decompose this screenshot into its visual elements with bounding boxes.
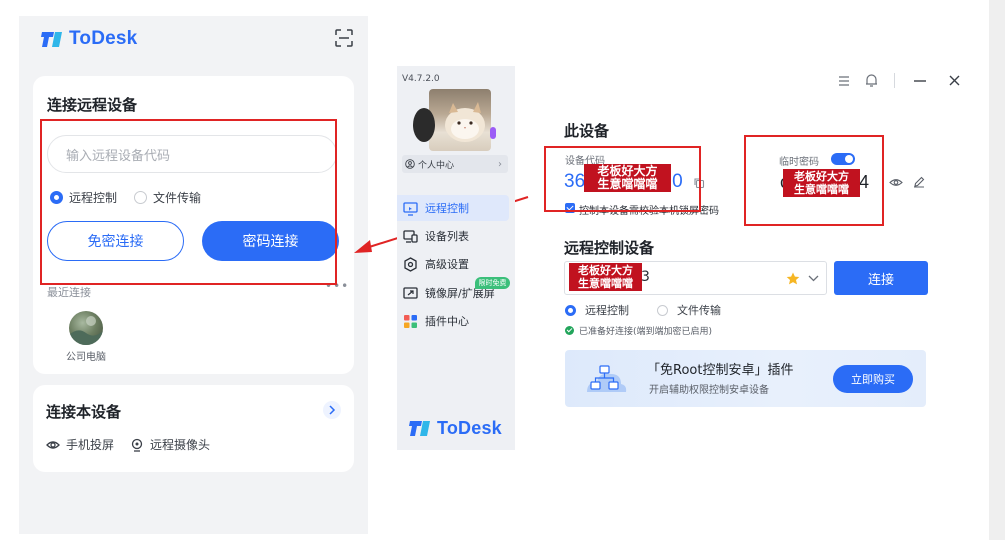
chevron-down-icon[interactable] <box>808 275 819 282</box>
eye-icon <box>46 440 60 449</box>
this-device-title: 此设备 <box>564 122 610 140</box>
device-avatar[interactable] <box>69 311 103 345</box>
plugin-grid-icon <box>404 314 417 328</box>
user-icon <box>405 159 415 169</box>
chevron-right-icon: › <box>498 158 502 170</box>
close-icon[interactable] <box>949 75 960 86</box>
remote-device-title: 远程控制设备 <box>564 239 655 257</box>
radio-icon <box>657 304 668 316</box>
brand-name: ToDesk <box>437 418 502 438</box>
user-avatar[interactable] <box>429 89 491 151</box>
plugin-promo-banner[interactable]: 「免Root控制安卓」插件 开启辅助权限控制安卓设备 立即购买 <box>565 350 926 407</box>
nav-device-list[interactable]: 设备列表 <box>397 223 509 249</box>
todesk-logo-icon <box>409 421 430 436</box>
nav-remote-control[interactable]: 远程控制 <box>397 195 509 221</box>
device-name: 公司电脑 <box>66 352 106 363</box>
connect-this-device-card: 连接本设备 手机投屏 远程摄像头 <box>33 385 354 472</box>
sidebar: V4.7.2.0 个人中心 › 远程控制 设备列表 高级设置 镜像屏/扩展屏 限… <box>397 66 515 450</box>
avatar-shadow <box>413 108 435 142</box>
option-file-transfer[interactable]: 文件传输 <box>657 302 721 318</box>
annotation-box <box>40 119 337 285</box>
devices-icon <box>403 229 418 243</box>
buy-now-button[interactable]: 立即购买 <box>833 365 913 393</box>
watermark-stamp: 老板好大方 生意噹噹噹 <box>569 263 642 291</box>
banner-title: 「免Root控制安卓」插件 <box>647 363 794 378</box>
free-promo-badge: 限时免费 <box>475 277 510 289</box>
settings-icon <box>404 256 417 272</box>
card-title: 连接远程设备 <box>47 96 138 114</box>
option-remote-control[interactable]: 远程控制 <box>565 302 629 318</box>
banner-subtitle: 开启辅助权限控制安卓设备 <box>649 385 769 396</box>
radio-selected-icon <box>565 304 576 316</box>
brand-logo: ToDesk <box>41 28 137 50</box>
bell-icon[interactable] <box>865 73 878 88</box>
nav-advanced-settings[interactable]: 高级设置 <box>397 251 509 277</box>
minimize-icon[interactable] <box>914 80 926 82</box>
extend-screen-icon <box>403 286 418 299</box>
network-cloud-icon <box>587 365 627 392</box>
chevron-right-icon[interactable] <box>323 401 341 419</box>
connection-status: 已准备好连接(端到端加密已启用) <box>565 324 712 337</box>
remote-camera-item[interactable]: 远程摄像头 <box>130 436 210 453</box>
divider <box>894 73 895 88</box>
screen-mirror-item[interactable]: 手机投屏 <box>46 436 114 453</box>
profile-center-link[interactable]: 个人中心 › <box>402 155 508 173</box>
check-circle-icon <box>565 326 574 335</box>
vip-badge <box>490 127 496 139</box>
brand-logo: ToDesk <box>409 418 502 439</box>
scan-icon[interactable] <box>334 28 354 48</box>
local-options: 手机投屏 远程摄像头 <box>46 436 226 453</box>
camera-icon <box>131 438 143 452</box>
edit-icon[interactable] <box>913 176 925 188</box>
recent-label: 最近连接 <box>47 286 91 299</box>
landscape-thumbnail-icon <box>69 316 103 345</box>
version-label: V4.7.2.0 <box>402 74 440 84</box>
card-title: 连接本设备 <box>46 403 122 421</box>
connect-button[interactable]: 连接 <box>834 261 928 295</box>
annotation-box <box>544 146 701 212</box>
cat-photo-icon <box>445 102 485 142</box>
page-edge-strip <box>989 0 1005 540</box>
brand-name: ToDesk <box>69 28 138 49</box>
desktop-app-window: V4.7.2.0 个人中心 › 远程控制 设备列表 高级设置 镜像屏/扩展屏 限… <box>397 66 989 450</box>
annotation-box <box>744 135 884 226</box>
menu-icon[interactable] <box>838 75 850 87</box>
monitor-icon <box>403 201 418 216</box>
todesk-logo-icon <box>41 31 62 47</box>
eye-icon[interactable] <box>889 177 903 188</box>
star-icon[interactable] <box>786 272 800 285</box>
nav-plugin-center[interactable]: 插件中心 <box>397 308 509 334</box>
